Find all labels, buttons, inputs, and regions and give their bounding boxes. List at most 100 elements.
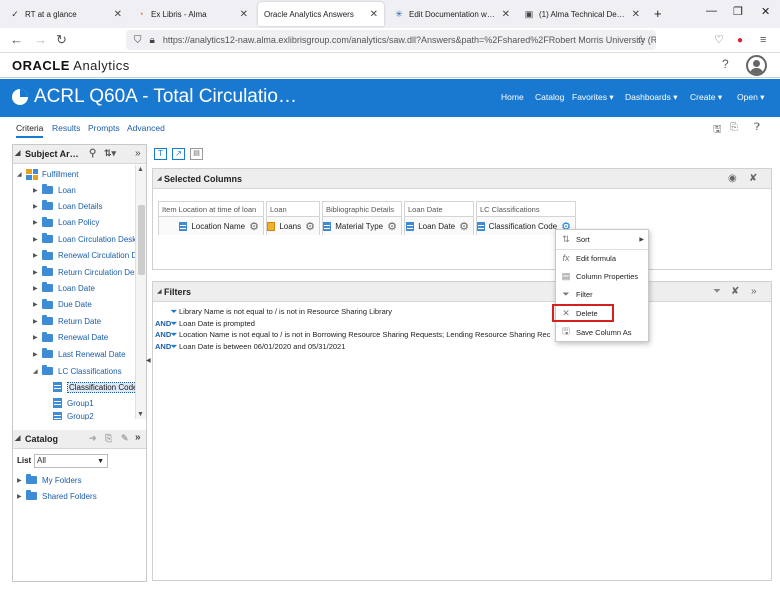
add-icon[interactable]: ➜ — [89, 433, 97, 444]
collapse-triangle-icon[interactable]: ◢ — [15, 149, 20, 157]
expand-triangle-icon[interactable]: ▶ — [17, 493, 26, 500]
expand-triangle-icon[interactable]: ▶ — [33, 301, 42, 308]
copy-icon[interactable]: ⎘ — [105, 433, 112, 444]
pocket-icon[interactable]: ♡ — [714, 33, 724, 47]
tree-folder-return-date[interactable]: ▶ Return Date — [33, 314, 101, 328]
filter-toggle-icon[interactable]: T — [154, 148, 167, 160]
filter-text[interactable]: Loan Date is prompted — [179, 319, 255, 328]
filter-conjunction[interactable]: AND — [155, 319, 171, 328]
sort-icon[interactable]: ⇅▾ — [104, 148, 116, 159]
scrollbar-thumb[interactable] — [138, 205, 145, 275]
collapse-triangle-icon[interactable]: ◢ — [157, 288, 162, 295]
collapse-triangle-icon[interactable]: ◢ — [15, 434, 20, 442]
browser-tab-alma[interactable]: ◔ Ex Libris - Alma ✕ — [130, 2, 254, 26]
tab-advanced[interactable]: Advanced — [127, 123, 165, 133]
help-circle-icon[interactable]: ❓︎ — [754, 122, 760, 133]
clear-columns-icon[interactable]: ✘ — [749, 173, 757, 184]
tree-folder-loan-date[interactable]: ▶ Loan Date — [33, 281, 95, 295]
expand-panel-icon[interactable]: » — [135, 148, 141, 159]
tree-folder-loan-policy[interactable]: ▶ Loan Policy — [33, 216, 99, 230]
address-bar[interactable]: ⛉ 🔒︎ https://analytics12-naw.alma.exlibr… — [126, 30, 656, 50]
new-tab-icon[interactable]: + — [654, 6, 662, 21]
restore-icon[interactable]: ❐ — [733, 5, 743, 18]
tree-folder-loan-circulation-desk[interactable]: ▶ Loan Circulation Desk — [33, 232, 136, 246]
nav-create[interactable]: Create ▾ — [690, 92, 722, 103]
browser-tab-alma-technical[interactable]: ▣ (1) Alma Technical Details - Sa ✕ — [518, 2, 646, 26]
tree-folder-loan[interactable]: ▶ Loan — [33, 183, 76, 197]
expand-triangle-icon[interactable]: ▶ — [33, 285, 42, 292]
expand-triangle-icon[interactable]: ▶ — [33, 187, 42, 194]
add-filter-icon[interactable]: ⏷ — [713, 286, 721, 297]
nav-home[interactable]: Home — [501, 92, 524, 102]
clear-filters-icon[interactable]: ✘ — [731, 286, 739, 297]
close-tab-icon[interactable]: ✕ — [370, 9, 378, 20]
close-window-icon[interactable]: ✕ — [761, 5, 770, 18]
sql-icon[interactable]: ▤ — [190, 148, 203, 160]
menu-item-edit-formula[interactable]: fx Edit formula — [556, 249, 648, 267]
gear-icon[interactable]: ⚙ — [249, 220, 259, 233]
filter-text[interactable]: Library Name is not equal to / is not in… — [179, 307, 392, 316]
tree-folder-last-renewal-date[interactable]: ▶ Last Renewal Date — [33, 347, 126, 361]
gear-icon[interactable]: ⚙ — [305, 220, 315, 233]
expand-triangle-icon[interactable]: ▶ — [17, 477, 26, 484]
close-tab-icon[interactable]: ✕ — [502, 9, 510, 20]
menu-item-delete[interactable]: ✕ Delete — [552, 304, 614, 322]
tree-folder-return-circulation-desk[interactable]: ▶ Return Circulation Desk — [33, 265, 142, 279]
help-icon[interactable]: ? — [722, 57, 729, 71]
scroll-up-icon[interactable]: ▲ — [137, 166, 144, 173]
scroll-down-icon[interactable]: ▼ — [137, 411, 144, 418]
close-tab-icon[interactable]: ✕ — [114, 9, 122, 20]
filter-row[interactable]: AND⏷ Loan Date is between 06/01/2020 and … — [155, 342, 345, 352]
column-pill[interactable]: Location Name ⚙ — [159, 216, 263, 235]
splitter-handle-icon[interactable]: ◀ — [146, 357, 151, 364]
save-icon[interactable]: 🖫︎ — [713, 122, 722, 139]
tree-column-group2[interactable]: Group2 — [53, 412, 94, 420]
menu-item-sort[interactable]: ⇅ Sort ▶ — [556, 230, 648, 248]
tree-folder-loan-details[interactable]: ▶ Loan Details — [33, 199, 102, 213]
filter-row[interactable]: AND⏷ Location Name is not equal to / is n… — [155, 330, 550, 340]
tab-criteria[interactable]: Criteria — [16, 123, 44, 138]
minimize-icon[interactable]: — — [706, 5, 717, 17]
filter-conjunction[interactable]: AND — [155, 342, 171, 351]
expand-triangle-icon[interactable]: ▶ — [33, 203, 42, 210]
catalog-shared-folders[interactable]: ▶ Shared Folders — [17, 489, 97, 503]
expand-triangle-icon[interactable]: ▶ — [33, 351, 42, 358]
filter-text[interactable]: Location Name is not equal to / is not i… — [179, 330, 550, 339]
collapse-triangle-icon[interactable]: ◢ — [157, 175, 162, 182]
menu-item-filter[interactable]: ⏷ Filter — [556, 285, 648, 303]
catalog-list-select[interactable]: All ▼ — [34, 454, 108, 468]
show-icon[interactable]: ◉ — [728, 173, 737, 184]
expand-triangle-icon[interactable]: ▶ — [33, 252, 42, 259]
gear-icon[interactable]: ⚙ — [387, 220, 397, 233]
reload-icon[interactable]: ↻ — [56, 33, 67, 47]
user-avatar-icon[interactable] — [746, 55, 767, 76]
tree-column-classification-code[interactable]: Classification Code — [53, 380, 140, 394]
collapse-triangle-icon[interactable]: ◢ — [17, 171, 26, 178]
menu-item-save-column-as[interactable]: 🖫︎ Save Column As — [556, 323, 648, 341]
more-options-icon[interactable]: » — [751, 286, 757, 297]
expand-triangle-icon[interactable]: ▶ — [33, 236, 42, 243]
tree-scrollbar[interactable]: ▲ ▼ — [135, 165, 146, 419]
expand-triangle-icon[interactable]: ▶ — [33, 219, 42, 226]
search-icon[interactable]: ⚲ — [89, 148, 96, 159]
tree-folder-lc-classifications[interactable]: ◢ LC Classifications — [33, 364, 122, 378]
expand-triangle-icon[interactable]: ▶ — [33, 318, 42, 325]
column-pill[interactable]: Loan Date ⚙ — [405, 216, 473, 235]
forward-icon[interactable]: → — [34, 33, 47, 47]
tree-folder-renewal-circulation-de[interactable]: ▶ Renewal Circulation De — [33, 249, 142, 263]
edit-icon[interactable]: ✎ — [121, 433, 129, 444]
pinterest-icon[interactable]: ● — [737, 34, 743, 48]
menu-icon[interactable]: ≡ — [760, 33, 766, 47]
tree-column-group1[interactable]: Group1 — [53, 396, 94, 410]
tab-prompts[interactable]: Prompts — [88, 123, 120, 133]
back-icon[interactable]: ← — [10, 33, 23, 47]
expand-triangle-icon[interactable]: ▶ — [33, 269, 42, 276]
expand-triangle-icon[interactable]: ▶ — [33, 334, 42, 341]
edit-formula-icon[interactable]: ↗ — [172, 148, 185, 160]
nav-dashboards[interactable]: Dashboards ▾ — [625, 92, 677, 103]
catalog-my-folders[interactable]: ▶ My Folders — [17, 473, 82, 487]
column-pill[interactable]: Loans ⚙ — [267, 216, 319, 235]
menu-item-column-properties[interactable]: ▤ Column Properties — [556, 267, 648, 285]
filter-row[interactable]: AND⏷ Loan Date is prompted — [155, 319, 255, 329]
column-pill[interactable]: Material Type ⚙ — [323, 216, 401, 235]
